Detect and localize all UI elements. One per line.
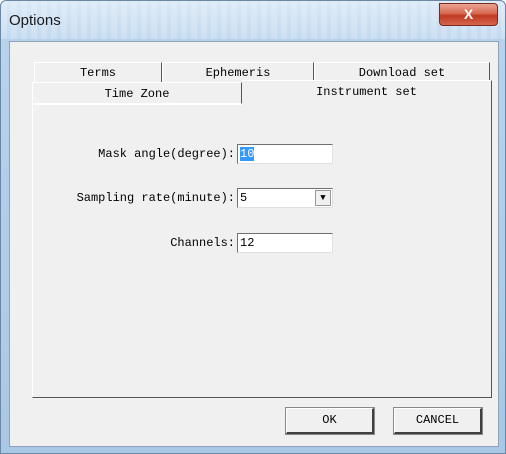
ok-button[interactable]: OK	[285, 407, 375, 435]
instrument-set-panel: Mask angle(degree): 10 Sampling rate(min…	[32, 104, 492, 398]
channels-label: Channels:	[170, 236, 235, 250]
cancel-button[interactable]: CANCEL	[393, 407, 483, 435]
tab-terms[interactable]: Terms	[34, 62, 162, 82]
mask-angle-value: 10	[240, 147, 255, 161]
options-dialog: Options X Terms Ephemeris Download set T…	[0, 0, 506, 454]
tab-time-zone[interactable]: Time Zone	[32, 82, 242, 104]
sampling-rate-label: Sampling rate(minute):	[76, 191, 235, 205]
close-button[interactable]: X	[439, 3, 498, 26]
dialog-client-area: Terms Ephemeris Download set Time Zone I…	[9, 41, 499, 447]
sampling-rate-select[interactable]: 5 ▼	[237, 188, 333, 208]
window-title: Options	[9, 12, 61, 29]
tab-ephemeris[interactable]: Ephemeris	[162, 62, 314, 82]
channels-value: 12	[240, 236, 255, 250]
mask-angle-label: Mask angle(degree):	[98, 147, 235, 161]
close-icon: X	[463, 6, 474, 22]
tab-download-set[interactable]: Download set	[314, 62, 490, 82]
mask-angle-input[interactable]: 10	[237, 144, 333, 164]
title-bar[interactable]: Options X	[1, 1, 505, 39]
chevron-down-icon[interactable]: ▼	[315, 190, 331, 206]
channels-input[interactable]: 12	[237, 233, 333, 253]
sampling-rate-value: 5	[240, 191, 248, 205]
tab-instrument-set[interactable]: Instrument set	[242, 80, 492, 106]
